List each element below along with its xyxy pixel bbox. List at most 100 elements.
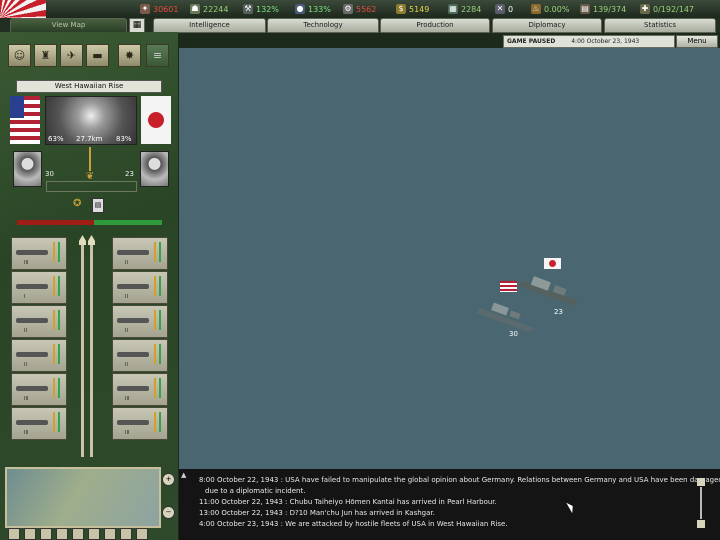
unit-card-left[interactable]: III <box>11 237 67 270</box>
battle-location: West Hawaiian Rise <box>16 80 162 93</box>
sun-disc <box>148 112 164 128</box>
explosion-icon[interactable]: ✸ <box>118 44 141 67</box>
rifle-icon: ✚ <box>640 4 650 14</box>
map-mode-button[interactable] <box>24 528 36 540</box>
tab-view-map[interactable]: View Map <box>10 18 127 33</box>
grid-icon[interactable]: ▦ <box>129 18 145 33</box>
map-mode-button[interactable] <box>120 528 132 540</box>
resource-money[interactable]: $5149 <box>396 2 429 16</box>
aircraft-icon[interactable]: ✈ <box>60 44 83 67</box>
unit-card-right[interactable]: II <box>112 271 168 304</box>
strength-bar <box>159 378 161 398</box>
map-mode-button[interactable] <box>56 528 68 540</box>
resource-units[interactable]: ✚ 0/192/147 <box>640 2 694 16</box>
org-bar <box>154 378 156 398</box>
unit-card-left[interactable]: II <box>11 339 67 372</box>
money-icon: $ <box>396 4 406 14</box>
unit-rank: II <box>125 294 128 300</box>
jp-commander-portrait[interactable] <box>140 151 169 187</box>
medal-icon[interactable]: ✪ <box>73 198 81 209</box>
map-mode-button[interactable] <box>88 528 100 540</box>
usa-fleet[interactable] <box>476 302 534 332</box>
map-mode-button[interactable] <box>40 528 52 540</box>
battleship-icon <box>16 420 48 425</box>
resource-production[interactable]: ▦ 2284 <box>448 2 481 16</box>
map-view[interactable]: 30 23 <box>179 48 720 469</box>
unit-card-left[interactable]: II <box>11 305 67 338</box>
unit-card-right[interactable]: III <box>112 407 168 440</box>
unit-card-right[interactable]: II <box>112 339 168 372</box>
tab-technology[interactable]: Technology <box>267 18 379 33</box>
resource-oil[interactable]: ● 133% <box>295 2 331 16</box>
japan-fleet-flag <box>544 258 561 269</box>
minimap[interactable] <box>5 467 161 528</box>
unit-card-right[interactable]: II <box>112 237 168 270</box>
oil-drop-icon: ● <box>295 4 305 14</box>
unit-card-right[interactable]: II <box>112 305 168 338</box>
resource-supply[interactable]: ▤ 139/374 <box>580 2 626 16</box>
log-entry: 11:00 October 22, 1943 : Chubu Taiheiyo … <box>199 498 497 506</box>
unit-card-left[interactable]: III <box>11 407 67 440</box>
resource-industry[interactable]: ⚒ 132% <box>243 2 279 16</box>
scroll-up-icon[interactable] <box>697 478 705 486</box>
zoom-in-icon[interactable]: + <box>162 473 175 486</box>
tab-statistics[interactable]: Statistics <box>604 18 716 33</box>
unit-rank: III <box>24 430 29 436</box>
tank-icon[interactable]: ▬ <box>86 44 109 67</box>
unit-rank: III <box>24 260 29 266</box>
unit-card-left[interactable]: III <box>11 373 67 406</box>
strength-bar <box>58 344 60 364</box>
org-bar <box>154 344 156 364</box>
tab-diplomacy[interactable]: Diplomacy <box>492 18 602 33</box>
battleship-icon <box>16 250 48 255</box>
zoom-out-icon[interactable]: − <box>162 506 175 519</box>
tab-production[interactable]: Production <box>380 18 490 33</box>
map-mode-button[interactable] <box>72 528 84 540</box>
battleship-icon <box>16 284 48 289</box>
log-scrollbar[interactable] <box>697 478 705 528</box>
log-entry: 13:00 October 22, 1943 : D?10 Man'chu Ju… <box>199 509 435 517</box>
map-mode-button[interactable] <box>104 528 116 540</box>
left-scroll-rail[interactable] <box>81 245 84 457</box>
scroll-track[interactable] <box>700 487 702 519</box>
right-scroll-rail[interactable] <box>90 245 93 457</box>
defender-strength-bar <box>94 220 162 225</box>
list-icon[interactable]: ≡ <box>146 44 169 67</box>
scroll-down-icon[interactable] <box>697 520 705 528</box>
map-mode-button[interactable] <box>136 528 148 540</box>
log-entry: due to a diplomatic incident. <box>205 487 306 495</box>
shield-icon: ✦ <box>140 4 150 14</box>
paused-label: GAME PAUSED <box>507 38 556 45</box>
unit-card-right[interactable]: III <box>112 373 168 406</box>
unit-rank: III <box>24 396 29 402</box>
unit-card-left[interactable]: I <box>11 271 67 304</box>
resource-manpower[interactable]: ✦ 30601 <box>140 2 178 16</box>
resource-soldiers[interactable]: ☗ 22244 <box>190 2 228 16</box>
strength-bar <box>159 276 161 296</box>
org-bar <box>53 310 55 330</box>
japan-fleet-count: 23 <box>554 308 563 316</box>
map-mode-button[interactable] <box>8 528 20 540</box>
us-commander-portrait[interactable] <box>13 151 42 187</box>
supply-icon: ▤ <box>580 4 590 14</box>
japan-rising-sun-flag <box>0 0 46 18</box>
collapse-log-icon[interactable]: ▲ <box>181 471 186 479</box>
infantry-icon[interactable]: ♜ <box>34 44 57 67</box>
us-ship-count: 30 <box>45 170 54 178</box>
menu-button[interactable]: Menu <box>676 35 718 48</box>
resource-metal[interactable]: ⚙ 5562 <box>343 2 376 16</box>
strength-bar <box>58 276 60 296</box>
resource-dissent[interactable]: ♨ 0.00% <box>531 2 569 16</box>
log-entry: 8:00 October 22, 1943 : USA have failed … <box>199 476 720 484</box>
japan-fleet[interactable] <box>519 276 579 306</box>
log-entry: 4:00 October 23, 1943 : We are attacked … <box>199 520 508 528</box>
diplomat-icon[interactable]: ☺ <box>8 44 31 67</box>
strength-bar <box>159 310 161 330</box>
org-bar <box>53 378 55 398</box>
resource-conflicts[interactable]: ✕ 0 <box>495 2 513 16</box>
battleship-icon <box>16 386 48 391</box>
tab-intelligence[interactable]: Intelligence <box>153 18 266 33</box>
battleship-icon <box>117 284 149 289</box>
game-datetime: 4:00 October 23, 1943 <box>571 38 640 45</box>
document-icon[interactable]: ▤ <box>92 198 104 213</box>
